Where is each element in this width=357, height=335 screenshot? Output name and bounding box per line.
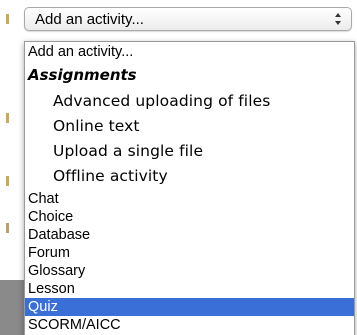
- option-scorm-aicc[interactable]: SCORM/AICC: [25, 316, 354, 334]
- option-chat[interactable]: Chat: [25, 190, 354, 208]
- option-advanced-uploading-of-files[interactable]: Advanced uploading of files: [25, 92, 354, 110]
- option-quiz[interactable]: Quiz: [25, 298, 354, 316]
- option-glossary[interactable]: Glossary: [25, 262, 354, 280]
- background-content-mark: [6, 113, 9, 123]
- option-upload-a-single-file[interactable]: Upload a single file: [25, 142, 354, 160]
- background-content-mark: [6, 14, 9, 24]
- background-content-mark: [6, 176, 9, 186]
- option-online-text[interactable]: Online text: [25, 117, 354, 135]
- option-database[interactable]: Database: [25, 226, 354, 244]
- page: Add an activity... Add an activity... As…: [0, 0, 357, 335]
- add-activity-select[interactable]: Add an activity...: [24, 7, 352, 31]
- option-choice[interactable]: Choice: [25, 208, 354, 226]
- option-lesson[interactable]: Lesson: [25, 280, 354, 298]
- option-offline-activity[interactable]: Offline activity: [25, 167, 354, 185]
- activity-dropdown-list: Add an activity... Assignments Advanced …: [24, 41, 355, 335]
- background-content-mark: [6, 223, 9, 233]
- select-value: Add an activity...: [35, 11, 144, 28]
- optgroup-assignments: Assignments: [28, 66, 137, 84]
- background-content-band: [0, 280, 25, 335]
- updown-arrows-icon: [335, 13, 341, 25]
- option-add-an-activity[interactable]: Add an activity...: [25, 43, 354, 61]
- option-forum[interactable]: Forum: [25, 244, 354, 262]
